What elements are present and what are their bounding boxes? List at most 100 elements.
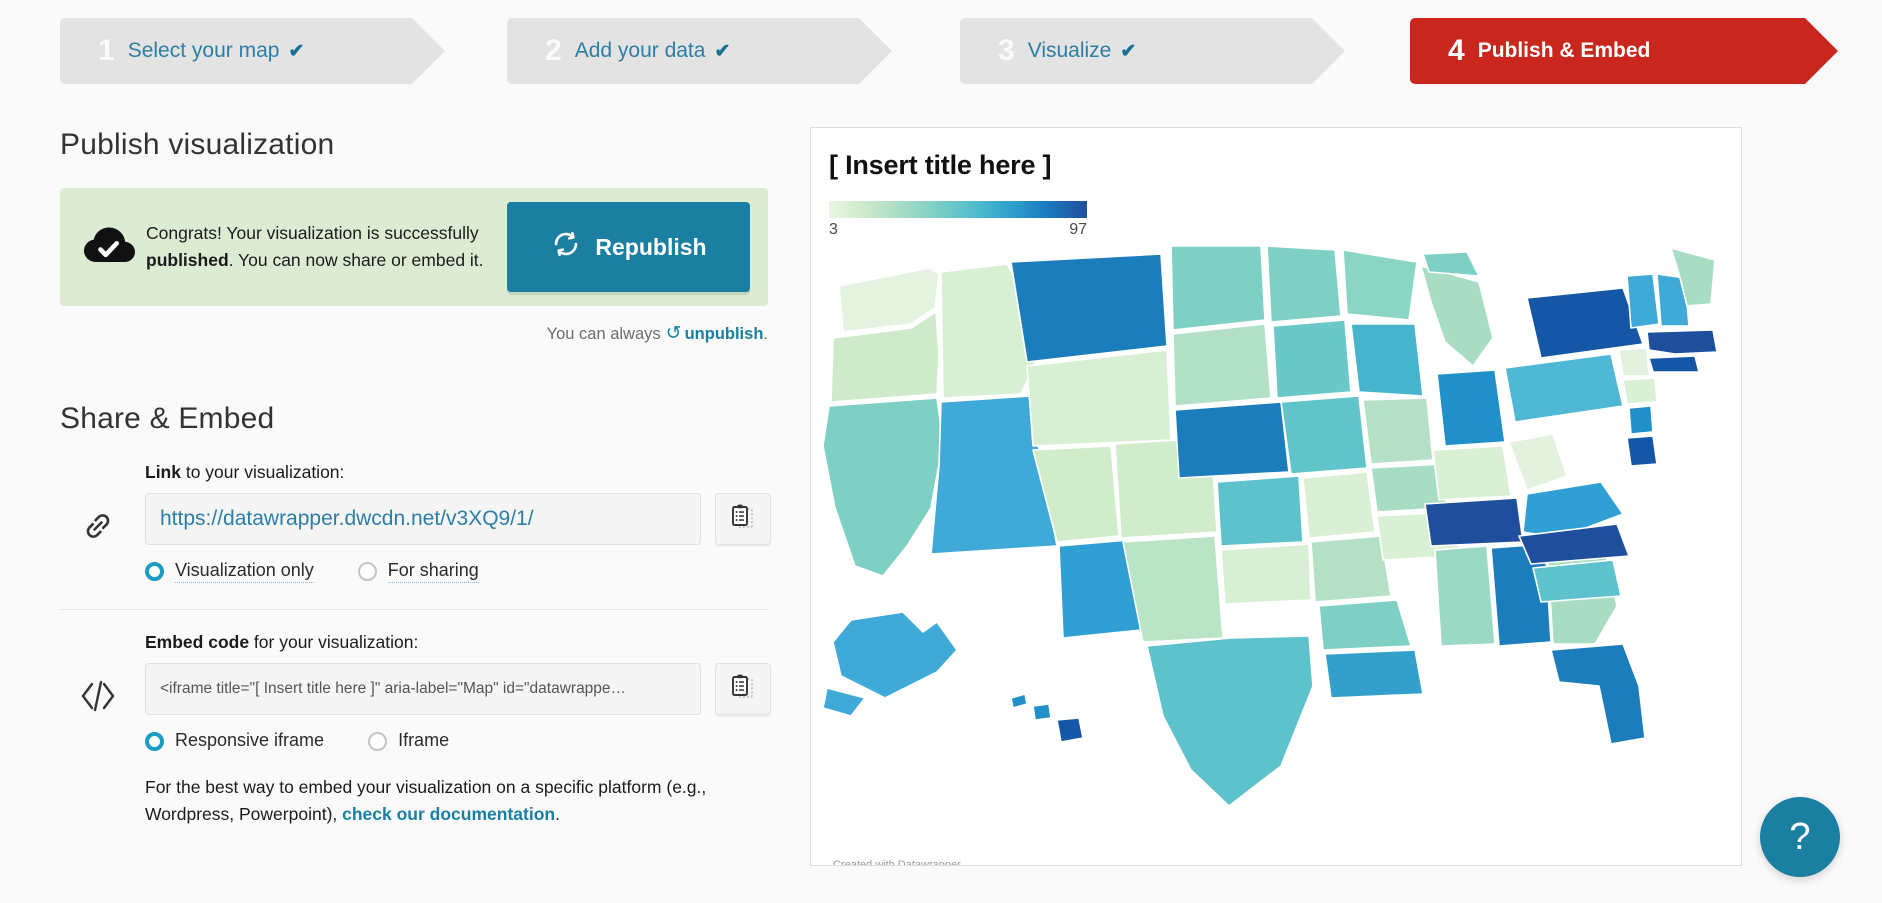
legend-tick-labels: 3 97 xyxy=(829,221,1087,239)
check-icon: ✔ xyxy=(714,40,730,63)
chart-title: [ Insert title here ] xyxy=(829,150,1741,181)
map-region xyxy=(1425,498,1523,546)
check-icon: ✔ xyxy=(1120,40,1136,63)
step-tab-select-your-map[interactable]: 1 Select your map ✔ xyxy=(60,18,412,84)
map-region xyxy=(1057,718,1083,742)
legend-max-label: 97 xyxy=(1069,221,1087,239)
radio-label: Iframe xyxy=(398,730,449,752)
step-tab-publish-and-embed[interactable]: 4 Publish & Embed xyxy=(1410,18,1805,84)
map-region xyxy=(1619,348,1649,376)
publish-success-banner: Congrats! Your visualization is successf… xyxy=(60,188,768,306)
chart-footer-attribution: Created with Datawrapper xyxy=(833,856,961,865)
radio-indicator xyxy=(368,732,387,751)
map-region xyxy=(1551,644,1645,744)
map-region xyxy=(1311,536,1391,602)
unpublish-link[interactable]: unpublish xyxy=(685,325,764,343)
question-mark-icon: ? xyxy=(1789,816,1810,859)
map-region xyxy=(1273,320,1351,398)
radio-label: Responsive iframe xyxy=(175,730,324,752)
embed-field-label: Embed code for your visualization: xyxy=(145,632,772,653)
undo-icon: ↺ xyxy=(666,322,682,345)
copy-embed-button[interactable] xyxy=(715,663,771,715)
choropleth-map[interactable] xyxy=(811,246,1742,846)
step-arrow-icon xyxy=(859,18,892,84)
map-region xyxy=(1433,446,1511,500)
doc-note-post: . xyxy=(555,804,560,824)
map-region xyxy=(1647,330,1717,354)
radio-indicator xyxy=(145,732,164,751)
map-region xyxy=(1343,250,1417,320)
step-label: Publish & Embed xyxy=(1478,39,1651,63)
map-region xyxy=(1173,324,1271,406)
radio-iframe[interactable]: Iframe xyxy=(368,730,449,752)
map-region xyxy=(1175,402,1289,478)
step-number: 3 xyxy=(998,36,1015,66)
map-region xyxy=(1221,544,1311,604)
help-button[interactable]: ? xyxy=(1760,797,1840,877)
map-region xyxy=(1217,476,1303,546)
step-arrow-icon xyxy=(1805,18,1838,84)
embed-label-rest: for your visualization: xyxy=(249,632,418,652)
step-number: 1 xyxy=(98,36,115,66)
color-legend: 3 97 xyxy=(829,201,1087,239)
link-type-radio-group: Visualization only For sharing xyxy=(145,560,772,583)
step-tab-visualize[interactable]: 3 Visualize ✔ xyxy=(960,18,1312,84)
step-label: Select your map xyxy=(128,39,280,63)
documentation-link[interactable]: check our documentation xyxy=(342,804,555,824)
map-region xyxy=(1527,288,1643,358)
map-region xyxy=(833,612,957,698)
map-region xyxy=(1437,370,1505,446)
republish-button[interactable]: Republish xyxy=(507,202,750,292)
map-region xyxy=(1649,356,1699,372)
republish-button-label: Republish xyxy=(595,234,706,261)
publish-panel: Publish visualization Congrats! Your vis… xyxy=(60,128,772,829)
map-region xyxy=(1147,636,1313,806)
map-region xyxy=(1011,254,1167,362)
step-navigation: 1 Select your map ✔ 2 Add your data ✔ 3 … xyxy=(0,18,1882,88)
map-region xyxy=(1421,266,1493,366)
map-region xyxy=(1325,650,1423,698)
map-region xyxy=(1027,350,1171,446)
check-icon: ✔ xyxy=(288,40,304,63)
code-icon xyxy=(68,668,128,724)
radio-for-sharing[interactable]: For sharing xyxy=(358,560,479,583)
map-region xyxy=(1171,246,1265,330)
success-message-pre: Congrats! Your visualization is successf… xyxy=(146,223,479,243)
refresh-icon xyxy=(550,228,582,266)
radio-label: Visualization only xyxy=(175,560,314,583)
step-label: Add your data xyxy=(575,39,706,63)
page-title: Publish visualization xyxy=(60,128,772,162)
step-tab-add-your-data[interactable]: 2 Add your data ✔ xyxy=(507,18,859,84)
embed-label-bold: Embed code xyxy=(145,632,249,652)
link-input-row xyxy=(145,493,772,545)
clipboard-icon xyxy=(730,673,756,706)
step-number: 2 xyxy=(545,36,562,66)
map-region xyxy=(1629,406,1653,434)
unpublish-suffix-text: . xyxy=(763,325,768,343)
map-region xyxy=(1033,704,1051,720)
copy-link-button[interactable] xyxy=(715,493,771,545)
map-region xyxy=(1351,324,1423,396)
publish-success-message: Congrats! Your visualization is successf… xyxy=(138,220,507,273)
link-field-block: Link to your visualization: xyxy=(60,462,772,583)
success-message-post: . You can now share or embed it. xyxy=(229,250,484,270)
map-region xyxy=(1303,472,1375,538)
visualization-preview[interactable]: [ Insert title here ] 3 97 xyxy=(810,127,1742,866)
map-region xyxy=(1627,274,1659,328)
map-region xyxy=(823,688,865,716)
radio-responsive-iframe[interactable]: Responsive iframe xyxy=(145,730,324,752)
visualization-link-input[interactable] xyxy=(145,493,701,545)
map-region xyxy=(1627,436,1657,466)
unpublish-prefix-text: You can always xyxy=(547,325,661,343)
embed-code-input[interactable] xyxy=(145,663,701,715)
map-region xyxy=(1319,600,1411,650)
radio-visualization-only[interactable]: Visualization only xyxy=(145,560,314,583)
legend-gradient-bar xyxy=(829,201,1087,218)
map-region xyxy=(1423,252,1479,276)
radio-label: For sharing xyxy=(388,560,479,583)
link-label-bold: Link xyxy=(145,462,181,482)
embed-field-block: Embed code for your visualization: xyxy=(60,632,772,752)
map-region xyxy=(1363,398,1433,464)
map-region xyxy=(823,398,943,576)
map-region xyxy=(1281,396,1367,474)
